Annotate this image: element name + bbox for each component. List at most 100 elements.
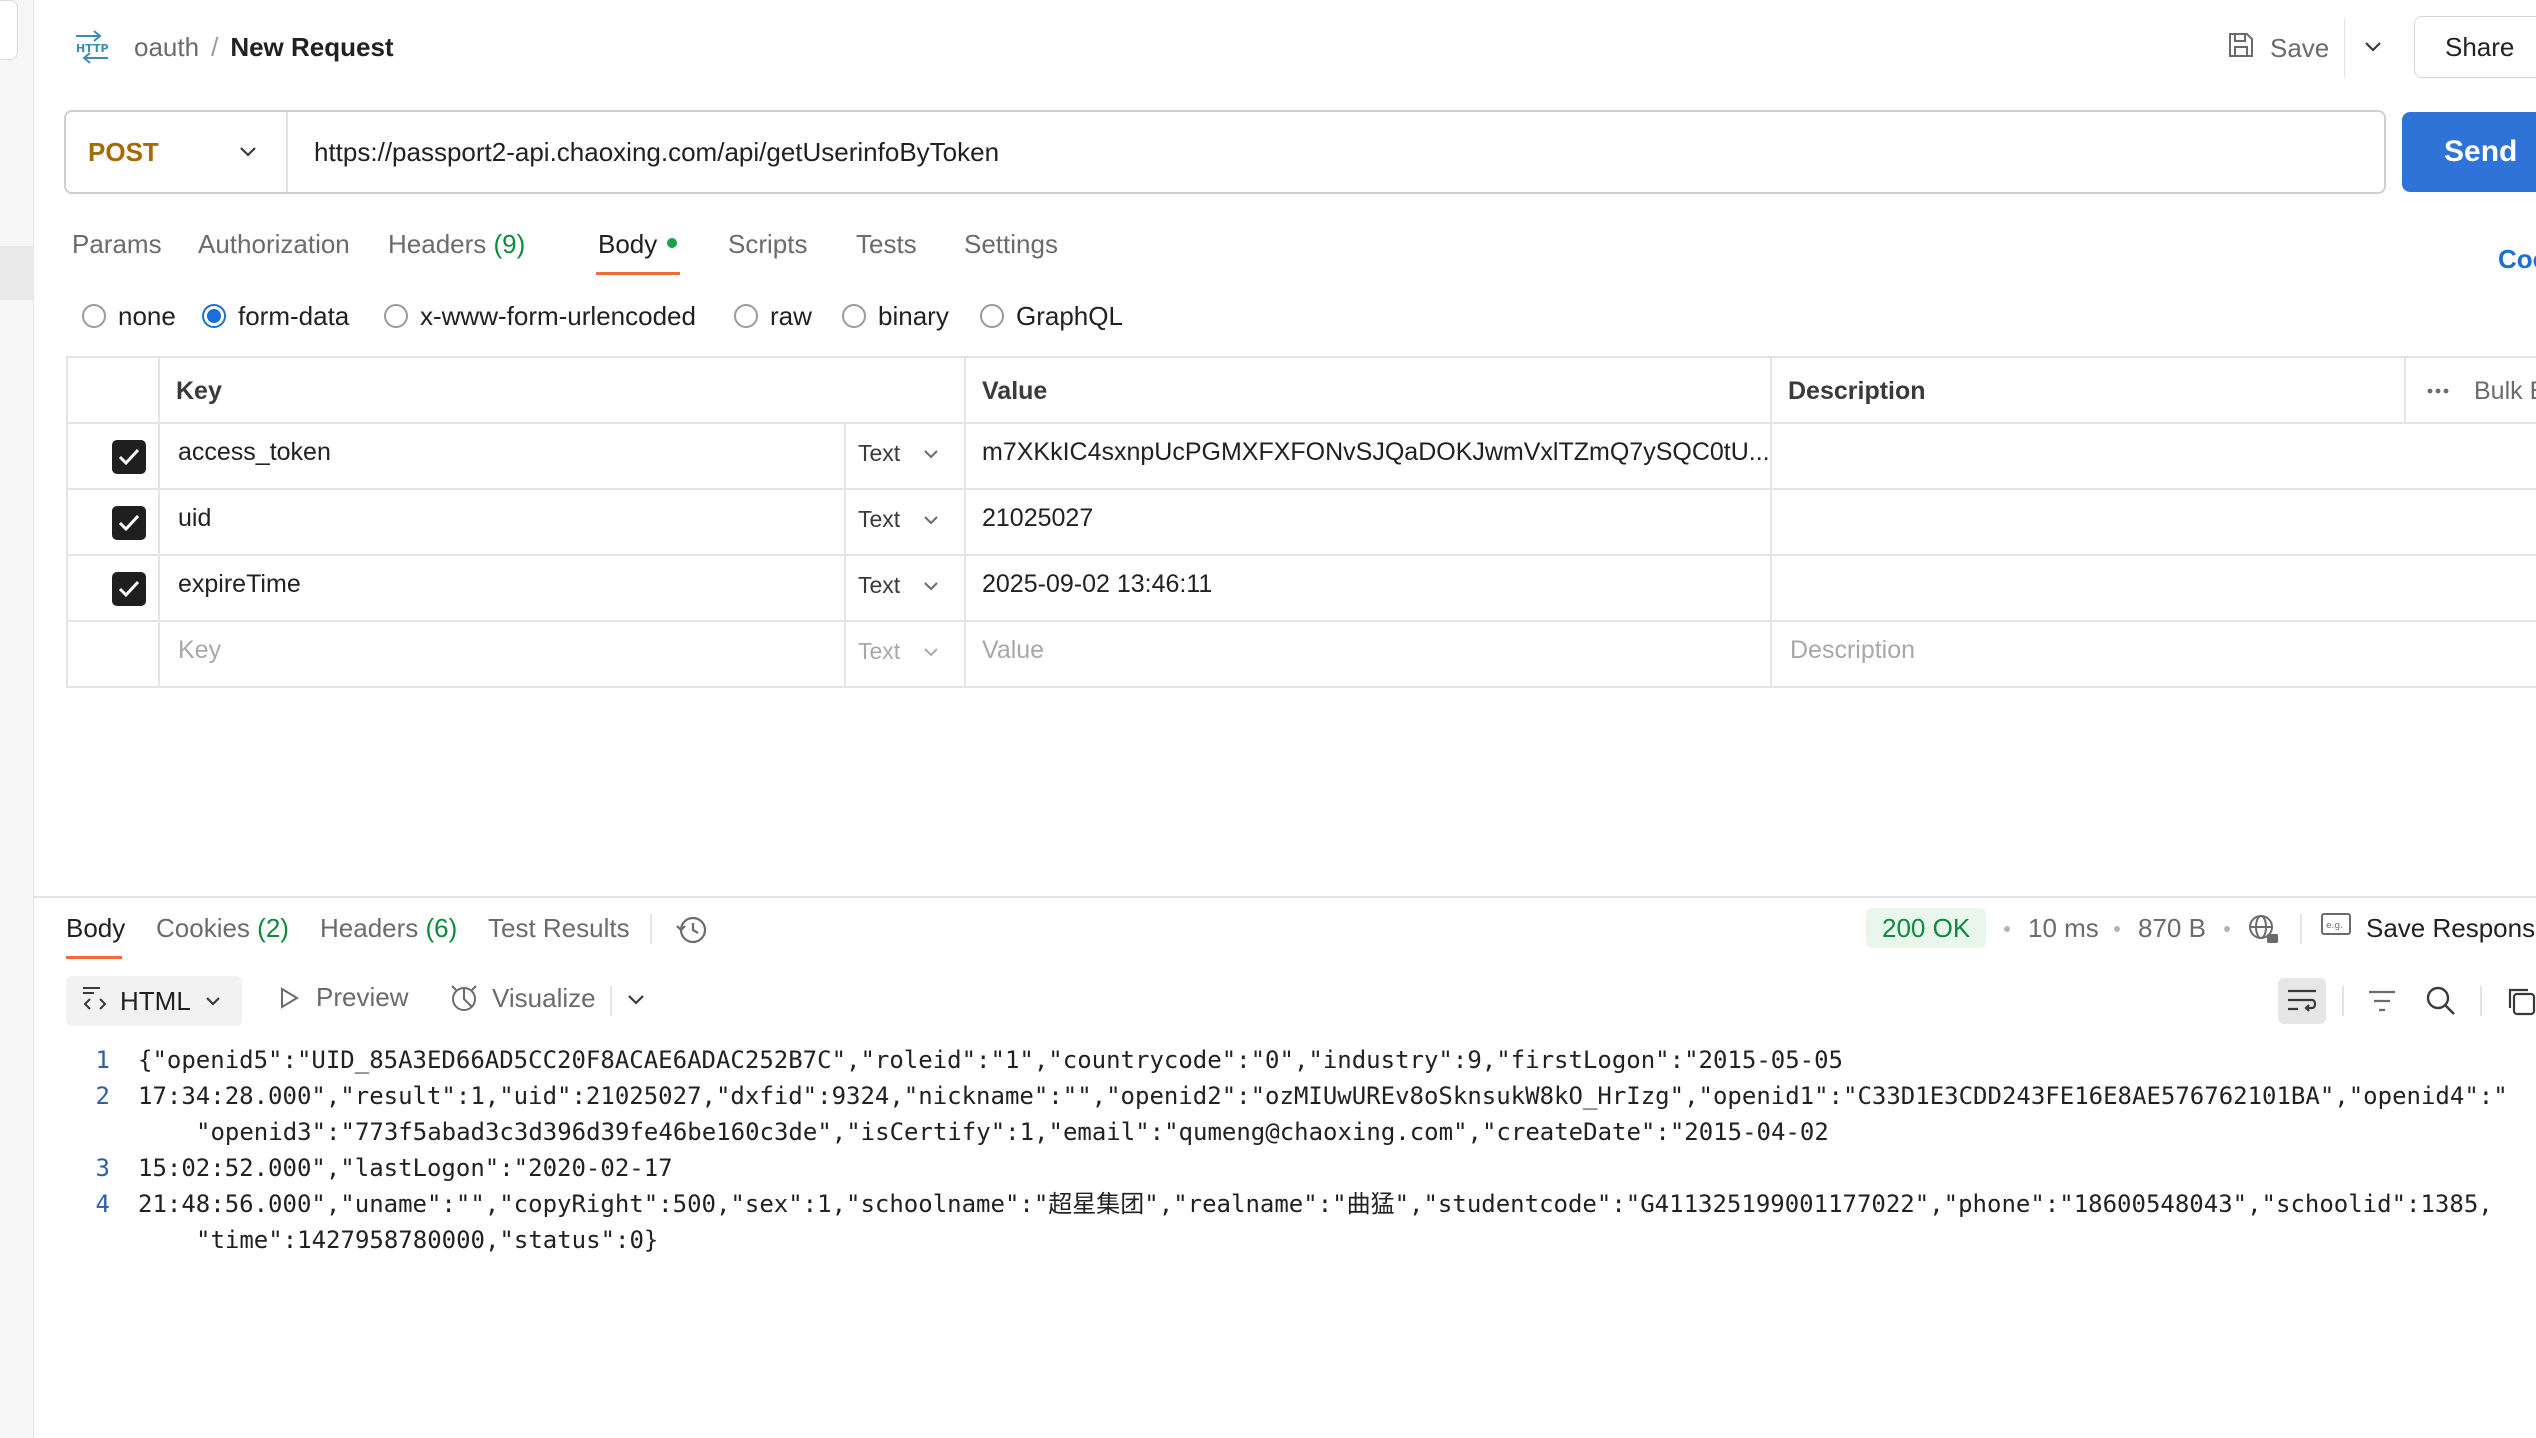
radio-x-www-form-urlencoded[interactable]: x-www-form-urlencoded (384, 298, 696, 334)
response-body-viewer[interactable]: 1 {"openid5":"UID_85A3ED66AD5CC20F8ACAE6… (66, 1042, 2536, 1258)
row-value[interactable]: 21025027 (982, 504, 1093, 533)
radio-graphql[interactable]: GraphQL (980, 298, 1123, 334)
response-tab-body[interactable]: Body (66, 912, 125, 944)
divider (2480, 986, 2482, 1016)
divider (2300, 914, 2302, 944)
send-button[interactable]: Send (2402, 112, 2536, 192)
save-response-icon: e.g. (2320, 910, 2352, 946)
line-number (66, 1114, 138, 1150)
line-content: "time":1427958780000,"status":0} (196, 1226, 659, 1254)
type-label: Text (858, 638, 901, 664)
row-value[interactable]: m7XKkIC4sxnpUcPGMXFXFONvSJQaDOKJwmVxlTZm… (982, 438, 1770, 467)
chevron-down-icon (924, 515, 938, 524)
preview-button[interactable]: Preview (276, 982, 408, 1013)
history-icon[interactable] (674, 912, 710, 948)
tab-headers[interactable]: Headers (9) (388, 228, 525, 260)
cookies-link[interactable]: Coo (2498, 244, 2536, 275)
method-select[interactable]: POST (66, 112, 288, 192)
visualize-options-chevron-down-icon[interactable] (622, 986, 650, 1014)
type-select[interactable]: Text (858, 506, 942, 533)
response-tab-headers[interactable]: Headers (6) (320, 912, 457, 944)
code-line-wrapped: "time":1427958780000,"status":0} (66, 1222, 2536, 1258)
radio-label: GraphQL (1016, 300, 1123, 331)
response-pane-divider[interactable] (34, 896, 2536, 898)
response-tab-test-results[interactable]: Test Results (488, 912, 630, 944)
radio-form-data[interactable]: form-data (202, 298, 349, 334)
share-button[interactable]: Share (2414, 16, 2536, 78)
copy-icon[interactable] (2504, 984, 2536, 1018)
response-size[interactable]: 870 B (2138, 912, 2206, 944)
globe-icon[interactable] (2246, 912, 2280, 946)
type-select[interactable]: Text (858, 572, 942, 599)
type-select[interactable]: Text (858, 440, 942, 467)
body-modified-dot (667, 238, 678, 249)
column-header-value: Value (982, 377, 1048, 405)
type-label: Text (858, 506, 901, 532)
radio-button[interactable] (734, 304, 758, 328)
row-value[interactable]: 2025-09-02 13:46:11 (982, 570, 1212, 599)
row-key[interactable]: access_token (178, 438, 331, 467)
type-select[interactable]: Text (858, 638, 942, 665)
preview-label: Preview (316, 982, 409, 1012)
radio-raw[interactable]: raw (734, 298, 812, 334)
save-label: Save (2270, 32, 2330, 63)
checkbox-icon[interactable] (112, 440, 146, 474)
headers-count: (6) (425, 913, 458, 943)
chevron-down-icon (924, 647, 938, 656)
sidebar-collapse-handle[interactable] (0, 0, 18, 60)
new-value-input[interactable]: Value (982, 636, 1044, 665)
breadcrumb-collection[interactable]: oauth (134, 32, 199, 62)
radio-button[interactable] (384, 304, 408, 328)
url-input[interactable]: https://passport2-api.chaoxing.com/api/g… (314, 112, 999, 192)
response-time[interactable]: 10 ms (2028, 912, 2099, 944)
row-divider (68, 422, 2536, 424)
save-button[interactable]: Save (2226, 28, 2329, 68)
tab-params[interactable]: Params (72, 228, 162, 260)
bulk-edit-button[interactable]: Bulk E (2474, 358, 2536, 424)
request-name[interactable]: New Request (230, 32, 393, 62)
radio-button[interactable] (82, 304, 106, 328)
divider (2344, 18, 2345, 78)
breadcrumb-separator: / (211, 32, 219, 62)
format-label: HTML (120, 985, 191, 1016)
active-tab-indicator (66, 956, 122, 959)
new-key-input[interactable]: Key (178, 636, 221, 665)
search-icon[interactable] (2424, 984, 2458, 1018)
row-key[interactable]: uid (178, 504, 211, 533)
save-options-chevron-down-icon[interactable] (2358, 32, 2388, 62)
tab-settings[interactable]: Settings (964, 228, 1058, 260)
status-badge[interactable]: 200 OK (1866, 908, 1987, 948)
save-response-button[interactable]: e.g. Save Response (2320, 910, 2536, 946)
response-tab-cookies[interactable]: Cookies (2) (156, 912, 289, 944)
filter-icon[interactable] (2366, 986, 2398, 1016)
separator-dot (2004, 926, 2010, 932)
wrap-icon[interactable] (2278, 978, 2326, 1024)
more-icon[interactable] (2426, 358, 2450, 424)
column-divider (964, 358, 966, 688)
save-icon (2226, 30, 2256, 67)
new-description-input[interactable]: Description (1790, 636, 1915, 665)
checkbox-icon[interactable] (112, 506, 146, 540)
format-select[interactable]: HTML (66, 976, 242, 1026)
chevron-down-icon (206, 997, 220, 1006)
tab-tests[interactable]: Tests (856, 228, 917, 260)
line-content: 15:02:52.000","lastLogon":"2020-02-17 (138, 1154, 673, 1182)
visualize-button[interactable]: Visualize (448, 982, 596, 1014)
tab-authorization[interactable]: Authorization (198, 228, 350, 260)
radio-button[interactable] (842, 304, 866, 328)
radio-none[interactable]: none (82, 298, 176, 334)
sidebar-selected-item[interactable] (0, 246, 34, 300)
checkbox-icon[interactable] (112, 572, 146, 606)
tab-scripts[interactable]: Scripts (728, 228, 807, 260)
radio-binary[interactable]: binary (842, 298, 949, 334)
cookies-count: (2) (257, 913, 289, 943)
chevron-down-icon (924, 449, 938, 458)
radio-button-selected[interactable] (202, 304, 226, 328)
row-key[interactable]: expireTime (178, 570, 301, 599)
radio-button[interactable] (980, 304, 1004, 328)
tab-body-label: Body (598, 229, 658, 259)
method-label: POST (88, 136, 159, 167)
tab-label: Headers (320, 913, 419, 943)
code-line-wrapped: "openid3":"773f5abad3c3d396d39fe46be160c… (66, 1114, 2536, 1150)
tab-body[interactable]: Body (598, 228, 678, 260)
